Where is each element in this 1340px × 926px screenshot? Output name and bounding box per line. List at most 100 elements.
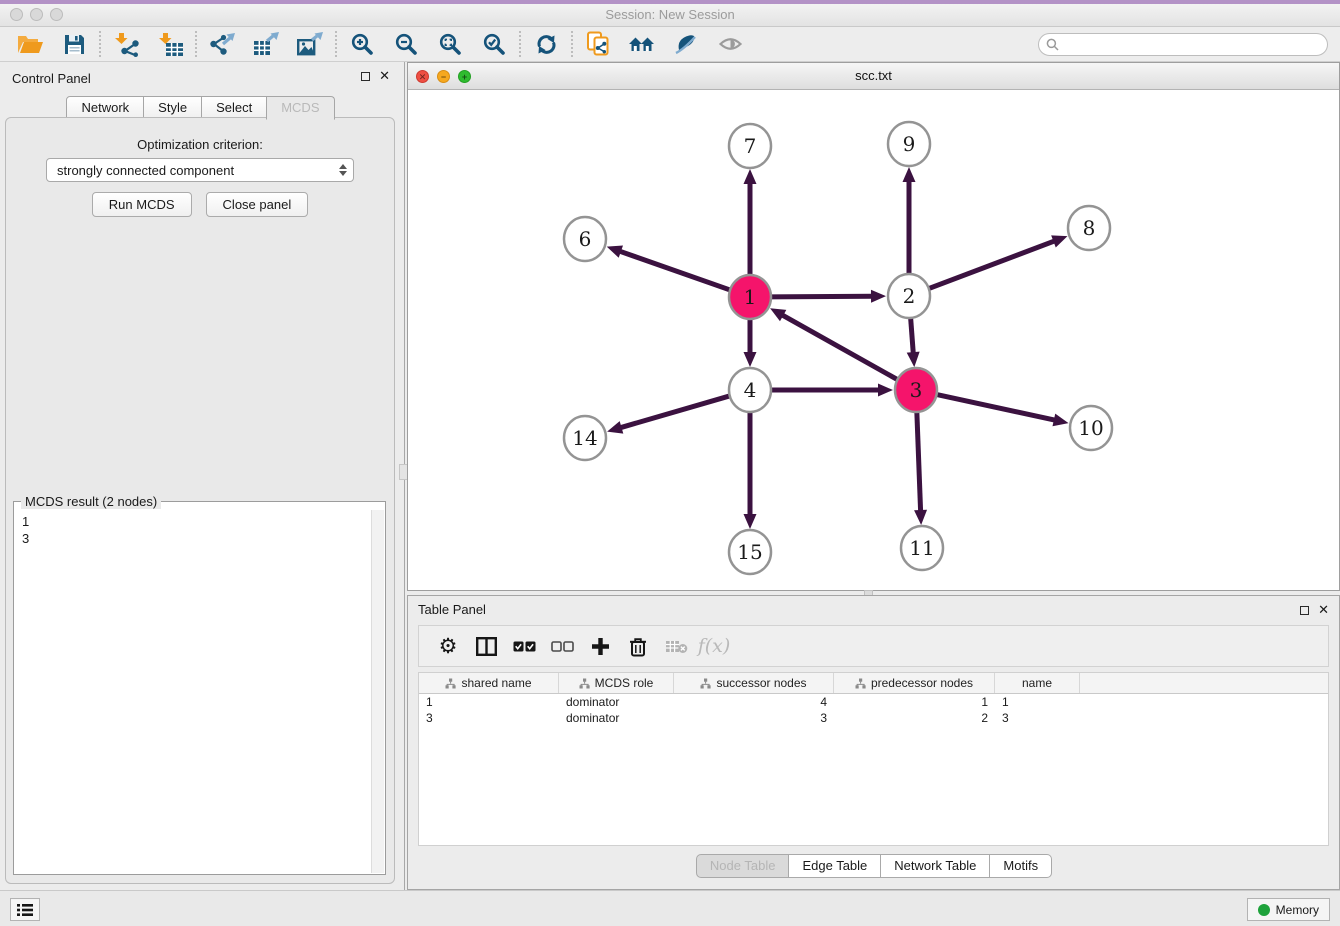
table-cell[interactable]: dominator [559, 694, 674, 710]
search-icon [1046, 38, 1059, 51]
network-view-window: ✕ − + scc.txt 7968124314101511 [407, 62, 1340, 591]
export-image-button[interactable] [288, 29, 332, 59]
graph-edge-arrowhead [871, 290, 886, 303]
dropdown-value: strongly connected component [57, 163, 234, 178]
table-tab-node-table[interactable]: Node Table [696, 854, 790, 878]
result-scrollbar[interactable] [371, 510, 384, 873]
table-row[interactable]: 3dominator323 [419, 710, 1328, 726]
import-network-icon [113, 32, 140, 57]
create-column-button[interactable] [581, 626, 619, 666]
table-mode-button[interactable]: ⚙ [429, 626, 467, 666]
open-session-button[interactable] [8, 29, 52, 59]
close-panel-icon[interactable]: ✕ [379, 71, 390, 81]
delete-row-button[interactable] [619, 626, 657, 666]
table-cell[interactable]: 3 [419, 710, 559, 726]
zoom-in-button[interactable] [340, 29, 384, 59]
zoom-selected-button[interactable] [472, 29, 516, 59]
table-cell[interactable]: 1 [419, 694, 559, 710]
close-panel-button[interactable]: Close panel [206, 192, 309, 217]
table-tab-network-table[interactable]: Network Table [880, 854, 990, 878]
float-table-panel-icon[interactable] [1300, 606, 1309, 615]
graph-edge-1-2[interactable] [769, 296, 873, 297]
import-table-button[interactable] [148, 29, 192, 59]
zoom-fit-icon [438, 32, 462, 56]
column-header-predecessor-nodes[interactable]: predecessor nodes [834, 673, 995, 693]
columns-icon [476, 637, 497, 656]
hide-details-button[interactable] [664, 29, 708, 59]
show-columns-button[interactable] [467, 626, 505, 666]
zoom-selected-icon [482, 32, 506, 56]
table-tab-edge-table[interactable]: Edge Table [788, 854, 881, 878]
table-toolbar: ⚙ [418, 625, 1329, 667]
graph-edge-1-6[interactable] [619, 251, 732, 291]
graph-edge-3-10[interactable] [935, 394, 1056, 420]
tab-mcds[interactable]: MCDS [266, 96, 334, 120]
zoom-fit-button[interactable] [428, 29, 472, 59]
graph-edge-3-11[interactable] [917, 409, 921, 512]
graph-edge-2-3[interactable] [910, 315, 913, 354]
graph-edge-2-8[interactable] [927, 241, 1056, 290]
table-tab-motifs[interactable]: Motifs [989, 854, 1052, 878]
optimization-criterion-label: Optimization criterion: [6, 137, 394, 152]
column-header-name[interactable]: name [995, 673, 1080, 693]
table-cell[interactable]: dominator [559, 710, 674, 726]
column-header-mcds-role[interactable]: MCDS role [559, 673, 674, 693]
graph-edge-3-1[interactable] [781, 315, 899, 381]
table-body: 1dominator4113dominator323 [419, 694, 1328, 726]
refresh-button[interactable] [524, 29, 568, 59]
toolbar-separator [335, 31, 337, 57]
hide-graphics-icon [674, 33, 698, 55]
save-session-button[interactable] [52, 29, 96, 59]
graph-node-label: 10 [1078, 416, 1103, 440]
column-header-shared-name[interactable]: shared name [419, 673, 559, 693]
import-network-button[interactable] [104, 29, 148, 59]
column-hierarchy-icon [855, 678, 866, 689]
table-cell[interactable]: 3 [674, 710, 834, 726]
graph-edge-arrowhead [907, 352, 920, 367]
node-table[interactable]: shared nameMCDS rolesuccessor nodesprede… [418, 672, 1329, 846]
table-cell[interactable]: 1 [995, 694, 1080, 710]
deselect-all-button[interactable] [543, 626, 581, 666]
mcds-result-title: MCDS result (2 nodes) [21, 494, 161, 509]
search-input[interactable] [1064, 37, 1320, 51]
table-panel-title: Table Panel [418, 602, 486, 617]
task-history-button[interactable] [10, 898, 40, 921]
export-network-button[interactable] [200, 29, 244, 59]
select-all-button[interactable] [505, 626, 543, 666]
table-cell[interactable]: 4 [674, 694, 834, 710]
graph-edge-4-14[interactable] [620, 395, 732, 428]
table-cell[interactable]: 1 [834, 694, 995, 710]
column-header-successor-nodes[interactable]: successor nodes [674, 673, 834, 693]
table-header-row: shared nameMCDS rolesuccessor nodesprede… [419, 673, 1328, 694]
table-tabbar: Node TableEdge TableNetwork TableMotifs [408, 854, 1339, 878]
trash-icon [628, 636, 648, 657]
network-canvas[interactable]: 7968124314101511 [408, 90, 1339, 590]
save-disk-icon [64, 34, 85, 55]
zoom-out-button[interactable] [384, 29, 428, 59]
clone-network-button[interactable] [576, 29, 620, 59]
export-image-icon [297, 32, 324, 57]
graph-edge-arrowhead [878, 384, 893, 397]
fx-icon: f(x) [698, 635, 731, 657]
table-row[interactable]: 1dominator411 [419, 694, 1328, 710]
show-details-button[interactable] [708, 29, 752, 59]
first-neighbors-button[interactable] [620, 29, 664, 59]
window-title: Session: New Session [0, 7, 1340, 22]
export-network-icon [209, 32, 236, 57]
table-cell[interactable]: 3 [995, 710, 1080, 726]
column-hierarchy-icon [700, 678, 711, 689]
close-table-panel-icon[interactable]: ✕ [1318, 605, 1329, 615]
checked-boxes-icon [513, 641, 536, 652]
run-mcds-button[interactable]: Run MCDS [92, 192, 192, 217]
float-panel-icon[interactable] [361, 72, 370, 81]
table-cell[interactable]: 2 [834, 710, 995, 726]
clone-network-icon [586, 31, 611, 57]
memory-button[interactable]: Memory [1247, 898, 1330, 921]
toolbar-separator [519, 31, 521, 57]
status-bar: Memory [0, 890, 1340, 926]
optimization-criterion-dropdown[interactable]: strongly connected component [46, 158, 354, 182]
toolbar-separator [99, 31, 101, 57]
network-window-titlebar[interactable]: ✕ − + scc.txt [408, 63, 1339, 90]
export-table-button[interactable] [244, 29, 288, 59]
table-panel: Table Panel ✕ ⚙ [407, 595, 1340, 890]
